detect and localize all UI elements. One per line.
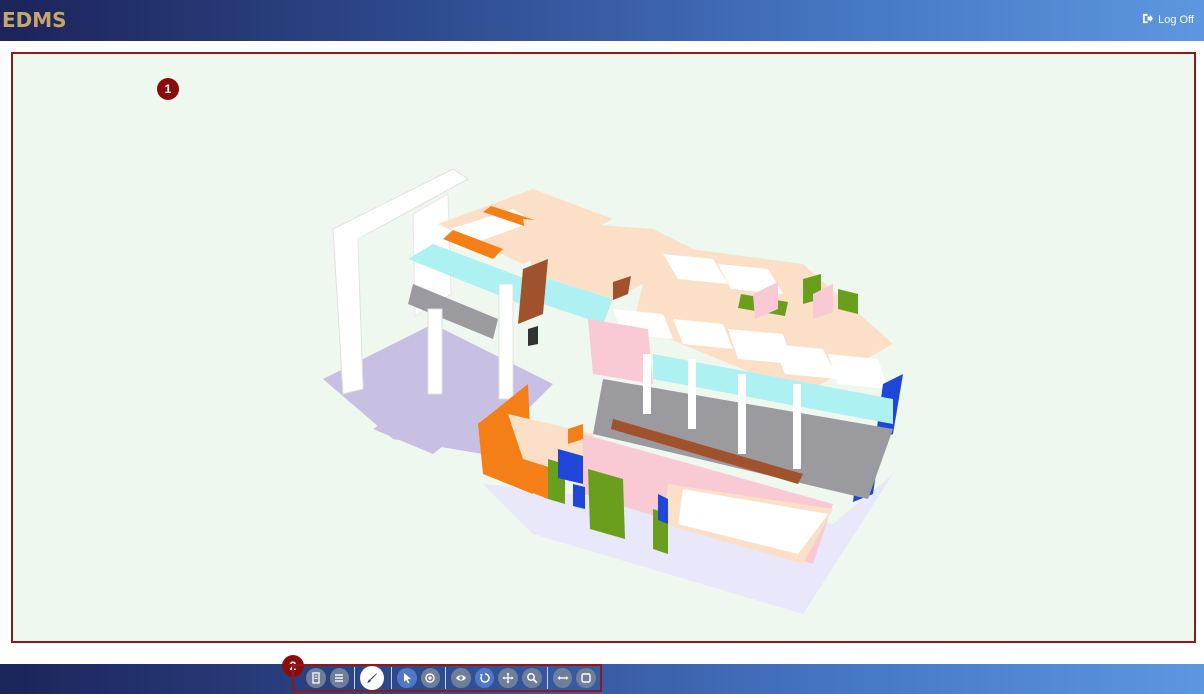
bottom-bar xyxy=(0,664,1204,694)
toolbar-separator xyxy=(445,667,447,689)
logoff-button[interactable]: Log Off xyxy=(1142,13,1194,27)
model-viewer[interactable]: 1 xyxy=(11,52,1196,643)
viewer-badge: 1 xyxy=(157,78,179,100)
logoff-label: Log Off xyxy=(1158,14,1194,26)
section-box-button[interactable] xyxy=(576,668,597,688)
list-icon xyxy=(335,674,344,682)
focus-target-button[interactable] xyxy=(420,668,441,688)
pan-button[interactable] xyxy=(498,668,519,688)
rotate-icon xyxy=(479,673,490,683)
zoom-button[interactable] xyxy=(522,668,542,688)
toolbar-separator xyxy=(390,667,392,689)
section-box-icon xyxy=(581,673,591,683)
toolbar-separator xyxy=(546,667,548,689)
properties-list-button[interactable] xyxy=(329,668,350,688)
paint-brush-icon xyxy=(367,673,378,683)
measure-button[interactable] xyxy=(552,668,573,688)
top-bar: EDMS Log Off xyxy=(0,0,1204,41)
select-button[interactable] xyxy=(396,668,417,688)
model-browser-icon xyxy=(312,672,320,684)
measure-icon xyxy=(557,676,569,680)
pan-move-icon xyxy=(502,672,514,684)
eye-icon xyxy=(455,675,466,681)
app-logo: EDMS xyxy=(2,8,67,32)
viewer-toolbar xyxy=(292,664,602,692)
paint-button[interactable] xyxy=(360,666,384,690)
orbit-button[interactable] xyxy=(474,668,495,688)
select-pointer-icon xyxy=(403,673,411,684)
visibility-button[interactable] xyxy=(451,668,471,688)
target-icon xyxy=(425,673,436,683)
model-browser-button[interactable] xyxy=(306,668,326,688)
zoom-search-icon xyxy=(527,673,538,684)
sign-out-icon xyxy=(1142,13,1154,27)
building-3d-model[interactable] xyxy=(13,54,1194,641)
toolbar-separator xyxy=(354,667,356,689)
